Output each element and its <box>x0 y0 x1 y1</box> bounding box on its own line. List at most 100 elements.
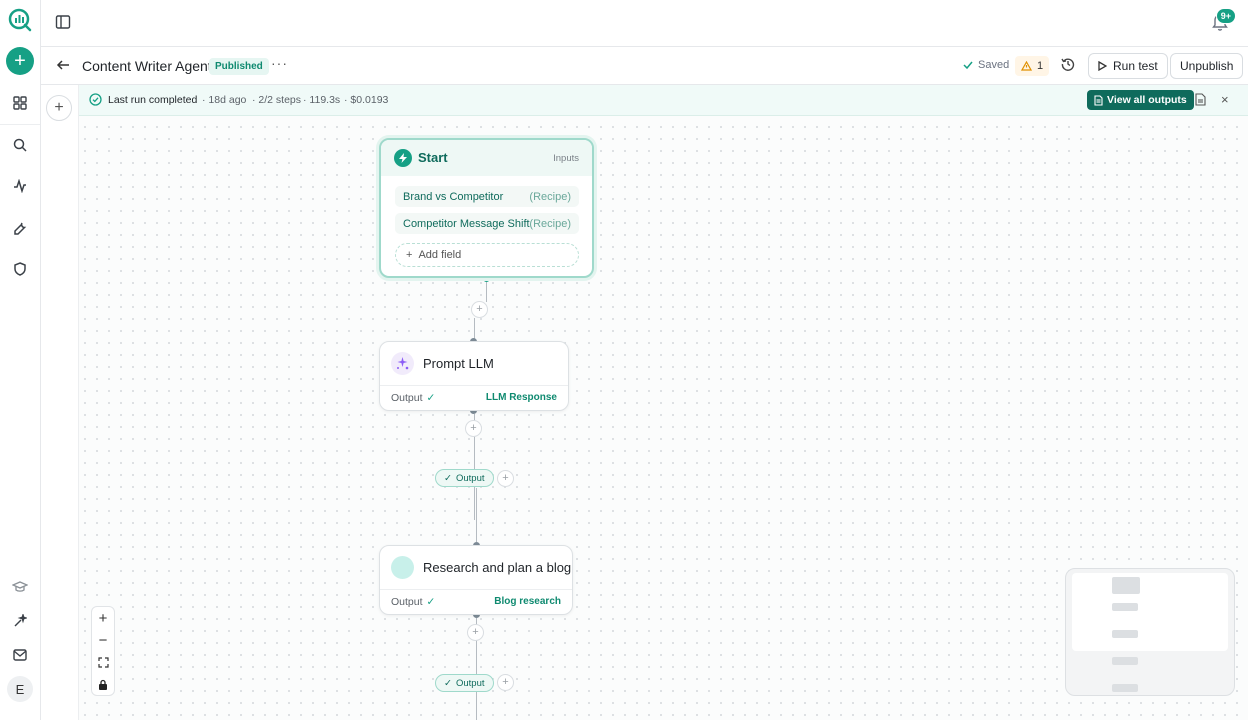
view-all-outputs-button[interactable]: View all outputs <box>1087 90 1194 110</box>
sparkles-icon <box>391 352 414 375</box>
back-arrow-icon[interactable] <box>56 58 72 74</box>
connector-line <box>476 488 477 542</box>
minimap-viewport[interactable] <box>1072 573 1228 651</box>
run-test-label: Run test <box>1113 59 1158 73</box>
connector-line <box>474 318 475 340</box>
run-steps: · 2/2 steps <box>252 94 302 106</box>
play-icon <box>1098 61 1107 71</box>
zoom-in-button[interactable]: + <box>92 607 114 629</box>
start-node-title: Start <box>418 150 448 165</box>
canvas-left-strip: + <box>41 85 79 720</box>
step-output-status: Output ✓ <box>391 596 435 608</box>
lock-icon[interactable] <box>92 673 114 695</box>
input-field-name: Brand vs Competitor <box>403 190 504 203</box>
mail-icon[interactable] <box>10 645 30 665</box>
add-field-label: Add field <box>418 249 462 261</box>
step-divider <box>380 589 572 590</box>
rail-divider <box>0 124 40 125</box>
check-icon <box>963 61 973 70</box>
more-options-button[interactable]: ··· <box>271 55 288 71</box>
saved-label: Saved <box>978 59 1010 71</box>
insert-step-button[interactable]: + <box>471 301 488 318</box>
output-pill-label: Output <box>455 472 485 484</box>
check-icon: ✓ <box>426 392 436 404</box>
activity-icon[interactable] <box>10 176 30 196</box>
add-field-button[interactable]: + Add field <box>395 243 579 267</box>
check-icon: ✓ <box>444 472 452 484</box>
insert-step-button[interactable]: + <box>467 624 484 641</box>
lightning-icon <box>394 149 412 167</box>
minimap-node <box>1112 657 1138 665</box>
export-document-icon[interactable] <box>1195 93 1209 107</box>
view-all-outputs-label: View all outputs <box>1107 94 1187 106</box>
add-branch-button[interactable]: + <box>497 674 514 691</box>
connector-line <box>486 282 487 302</box>
user-avatar[interactable]: E <box>7 676 33 702</box>
search-icon[interactable] <box>10 135 30 155</box>
agent-header: Content Writer Agent Published ··· Saved… <box>41 47 1248 85</box>
warning-icon <box>1021 61 1032 71</box>
output-label: Output <box>391 392 423 404</box>
step-output-result[interactable]: Blog research <box>494 596 561 607</box>
minimap[interactable] <box>1065 568 1235 696</box>
graduation-cap-icon[interactable] <box>10 577 30 597</box>
zoom-controls: + − <box>91 606 115 696</box>
run-test-button[interactable]: Run test <box>1088 53 1168 79</box>
output-pill-label: Output <box>455 677 485 689</box>
input-field-item[interactable]: Brand vs Competitor (Recipe) <box>395 186 579 207</box>
agent-title[interactable]: Content Writer Agent <box>82 58 212 74</box>
minimap-node <box>1112 577 1140 594</box>
insert-step-button[interactable]: + <box>465 420 482 437</box>
step-divider <box>380 385 568 386</box>
sparkle-tool-icon[interactable] <box>10 611 30 631</box>
input-field-item[interactable]: Competitor Message Shift (Recipe) <box>395 213 579 234</box>
published-badge: Published <box>209 58 269 75</box>
step-output-status: Output ✓ <box>391 392 435 404</box>
check-circle-icon <box>89 93 103 107</box>
run-duration: · 119.3s <box>303 94 341 106</box>
check-icon: ✓ <box>426 596 436 608</box>
add-node-button[interactable]: + <box>46 95 72 121</box>
zoom-out-button[interactable]: − <box>92 629 114 651</box>
add-branch-button[interactable]: + <box>497 470 514 487</box>
step-icon <box>391 556 414 579</box>
start-node-header: Start Inputs <box>381 140 592 176</box>
step-output-result[interactable]: LLM Response <box>486 392 557 403</box>
output-pill[interactable]: ✓ Output <box>435 469 494 487</box>
app-logo-icon[interactable] <box>8 8 32 32</box>
run-status-banner: Last run completed · 18d ago · 2/2 steps… <box>79 85 1248 116</box>
input-field-name: Competitor Message Shift <box>403 217 530 230</box>
plus-icon: + <box>406 249 413 261</box>
new-plus-button[interactable]: + <box>6 47 34 75</box>
start-node[interactable]: Start Inputs Brand vs Competitor (Recipe… <box>379 138 594 278</box>
output-pill[interactable]: ✓ Output <box>435 674 494 692</box>
document-icon <box>1094 94 1103 106</box>
minimap-node <box>1112 603 1138 611</box>
minimap-node <box>1112 684 1138 692</box>
inputs-label: Inputs <box>553 153 579 164</box>
run-ago: · 18d ago <box>202 94 247 106</box>
output-label: Output <box>391 596 423 608</box>
step-title: Prompt LLM <box>423 356 494 371</box>
run-cost: · $0.0193 <box>344 94 389 106</box>
minimap-node <box>1112 630 1138 638</box>
research-plan-node[interactable]: Research and plan a blog Output ✓ Blog re… <box>379 545 573 615</box>
sidebar-toggle-icon[interactable] <box>55 14 73 32</box>
history-icon[interactable] <box>1061 57 1077 73</box>
unpublish-button[interactable]: Unpublish <box>1170 53 1244 79</box>
input-field-type: (Recipe) <box>529 190 571 203</box>
left-rail: + E <box>0 0 41 720</box>
notification-badge: 9+ <box>1215 8 1236 24</box>
saved-status: Saved <box>963 59 1009 71</box>
check-icon: ✓ <box>444 677 452 689</box>
warning-indicator[interactable]: 1 <box>1015 56 1050 76</box>
dashboard-icon[interactable] <box>10 93 30 113</box>
top-bar: 9+ <box>41 0 1248 47</box>
prompt-llm-node[interactable]: Prompt LLM Output ✓ LLM Response <box>379 341 569 411</box>
input-field-type: (Recipe) <box>529 217 571 230</box>
fit-view-icon[interactable] <box>92 651 114 673</box>
warning-count: 1 <box>1037 60 1044 72</box>
close-banner-button[interactable]: × <box>1221 92 1229 107</box>
shield-icon[interactable] <box>10 259 30 279</box>
wrench-icon[interactable] <box>10 218 30 238</box>
